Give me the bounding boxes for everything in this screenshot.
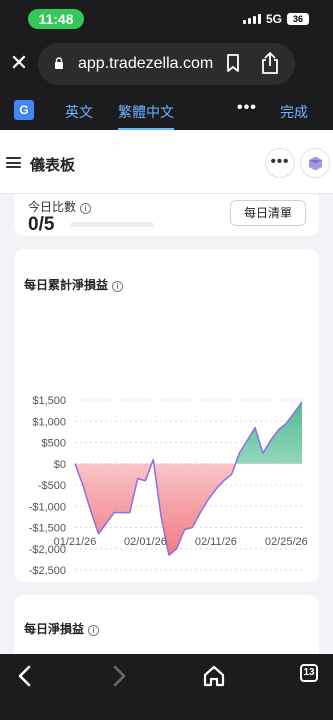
x-tick-label: 01/21/26 [54,536,97,548]
browser-url-bar: ✕ app.tradezella.com [0,38,333,90]
daily-ratio-label: 今日比數 [28,200,77,214]
y-tick-label: -$1,500 [29,523,66,535]
x-tick-label: 02/01/26 [124,536,167,548]
x-tick-label: 02/25/26 [265,536,308,548]
close-icon[interactable]: ✕ [8,52,30,74]
tab-source-language[interactable]: 英文 [65,102,93,122]
info-icon[interactable]: i [80,203,92,214]
translate-more-button[interactable]: ••• [237,99,257,117]
more-button[interactable]: ••• [265,148,295,178]
network-label: 5G [266,12,283,26]
daily-ratio-card: 今日比數 i 0/5 每日清單 [14,194,319,236]
share-icon[interactable] [260,52,280,74]
y-tick-label: $0 [54,459,66,471]
address-field[interactable]: app.tradezella.com [38,43,295,85]
negative-area [75,463,302,556]
x-tick-label: 02/11/26 [195,536,237,548]
forward-icon[interactable] [104,662,132,690]
page-title: 儀表板 [30,157,76,174]
daily-ratio-progress [70,222,154,227]
cumulative-pnl-chart: $1,500 $1,000 $500 $0 -$500 -$1,000 -$1,500 -$2… [29,395,308,577]
signal-icon [243,14,261,24]
info-icon[interactable]: i [88,625,100,636]
tab-target-language[interactable]: 繁體中文 [118,102,174,130]
daily-ratio-value: 0/5 [28,214,55,235]
battery-icon: 36 [287,13,309,25]
y-tick-label: -$500 [38,480,66,492]
daily-ratio-label-row: 今日比數 i [28,198,92,215]
status-time: 11:48 [28,9,84,29]
translate-icon: G [14,100,34,120]
dashboard-content: 今日比數 i 0/5 每日清單 每日累計淨損益 i $1,500 $1,000 $500… [0,194,333,654]
cumulative-pnl-card: 每日累計淨損益 i $1,500 $1,000 $500 $0 -$500 -$1,000-… [14,249,319,582]
y-tick-label: -$2,500 [29,565,66,577]
y-tick-label: $500 [42,438,66,450]
home-icon[interactable] [200,662,228,690]
menu-icon[interactable] [6,157,21,168]
browser-toolbar: 13 [0,654,333,720]
daily-checklist-button[interactable]: 每日清單 [230,200,306,226]
lock-icon [55,57,63,69]
url-text: app.tradezella.com [78,55,214,72]
tabs-button[interactable]: 13 [300,664,318,682]
status-bar: 11:48 5G 36 [0,0,333,38]
back-icon[interactable] [12,662,40,690]
y-tick-label: $1,000 [32,416,66,428]
translate-done-button[interactable]: 完成 [280,102,308,122]
daily-pnl-title-text: 每日淨損益 [24,622,85,636]
y-tick-label: -$1,000 [29,501,66,513]
bookmark-icon[interactable] [226,54,240,72]
avatar-icon [309,156,322,171]
daily-pnl-title: 每日淨損益 i [24,620,100,637]
app-header: 儀表板 ••• [0,130,333,194]
avatar[interactable] [300,148,330,178]
translate-bar: G 英文 繁體中文 ••• 完成 [0,90,333,130]
y-tick-label: $1,500 [32,395,66,407]
daily-pnl-card: 每日淨損益 i [14,595,319,654]
